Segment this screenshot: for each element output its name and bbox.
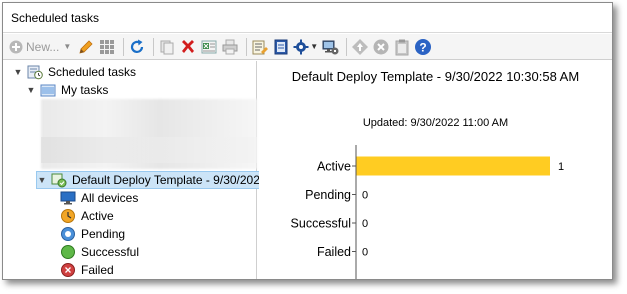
edit-button[interactable] [77, 37, 95, 57]
copy-icon [160, 40, 174, 54]
edit-icon [79, 39, 93, 54]
task-title: Default Deploy Template - 9/30/2022 10:3… [291, 69, 580, 84]
grid-button[interactable] [98, 37, 116, 57]
collapse-arrow-icon[interactable]: ▼ [26, 85, 36, 95]
successful-status-icon [60, 244, 76, 260]
tree-item-label: Active [81, 209, 114, 223]
grid-icon [100, 39, 115, 54]
toolbar-separator [153, 37, 155, 56]
value-label: 0 [362, 190, 368, 202]
toolbar: New... ▼ ▼ ? [3, 34, 612, 60]
notes-icon [274, 39, 288, 54]
value-label: 0 [362, 218, 368, 230]
tree-item-active[interactable]: Active [60, 207, 114, 225]
blurred-content [41, 137, 257, 163]
up-icon [352, 38, 369, 55]
tree-item-label: Failed [81, 263, 114, 277]
updated-timestamp: Updated: 9/30/2022 11:00 AM [362, 117, 509, 129]
tree-item-pending[interactable]: Pending [60, 225, 125, 243]
clipboard-icon [395, 39, 409, 55]
chevron-down-icon: ▼ [310, 42, 319, 51]
category-label: Active [317, 160, 351, 174]
new-button-label: New... [26, 39, 60, 54]
help-button[interactable]: ? [414, 37, 432, 57]
run-icon [322, 40, 339, 54]
bar-active [356, 156, 550, 176]
task-detail-pane: Default Deploy Template - 9/30/2022 10:3… [259, 61, 612, 279]
stop-button[interactable] [372, 37, 390, 57]
tree-item-my-tasks[interactable]: ▼ My tasks [26, 81, 109, 99]
title-bar: Scheduled tasks [3, 3, 612, 33]
monitor-icon [60, 190, 76, 206]
failed-status-icon [60, 262, 76, 278]
folder-icon [40, 82, 56, 98]
category-label: Failed [317, 245, 351, 259]
category-label: Successful [291, 217, 351, 231]
refresh-icon [131, 39, 144, 53]
chevron-down-icon[interactable]: ▼ [63, 42, 71, 51]
properties-button[interactable] [251, 37, 269, 57]
pending-status-icon [60, 226, 76, 242]
export-button[interactable] [200, 37, 218, 57]
tree-item-label: My tasks [61, 83, 109, 97]
tree-item-label: Pending [81, 227, 126, 241]
copy-button[interactable] [158, 37, 176, 57]
print-icon [222, 39, 238, 54]
active-status-icon [60, 208, 76, 224]
tree-item-label: Scheduled tasks [48, 65, 137, 79]
tree-item-label: All devices [81, 191, 139, 205]
clipboard-button[interactable] [393, 37, 411, 57]
properties-icon [252, 40, 269, 54]
delete-icon [182, 39, 195, 53]
value-label: 0 [362, 247, 368, 259]
export-icon [201, 40, 217, 53]
scheduled-tasks-icon [27, 64, 43, 80]
settings-dropdown[interactable]: ▼ [293, 37, 318, 57]
stop-icon [373, 39, 389, 54]
run-button[interactable] [321, 37, 339, 57]
task-tree-pane: ▼ Scheduled tasks ▼ My tasks ▼ Default D… [3, 61, 280, 279]
new-button[interactable]: New... ▼ [9, 37, 71, 57]
status-bar-chart: Active 1 Pending 0 Successful 0 Failed 0 [291, 145, 564, 279]
value-label: 1 [558, 161, 564, 173]
up-button[interactable] [351, 37, 369, 57]
category-label: Pending [305, 188, 351, 202]
collapse-arrow-icon[interactable]: ▼ [13, 67, 23, 77]
help-icon: ? [415, 38, 432, 55]
gear-icon [293, 39, 309, 54]
tree-item-task[interactable]: ▼ Default Deploy Template - 9/30/2022 1 [36, 171, 280, 189]
toolbar-separator [246, 37, 248, 56]
svg-text:?: ? [420, 40, 427, 54]
toolbar-separator [123, 37, 125, 56]
scheduled-tasks-window: Scheduled tasks New... ▼ ▼ ? ▼ Scheduled… [2, 2, 613, 280]
new-icon [9, 40, 23, 53]
refresh-button[interactable] [128, 37, 146, 57]
tree-item-label: Default Deploy Template - 9/30/2022 1 [72, 173, 277, 187]
delete-button[interactable] [179, 37, 197, 57]
toolbar-separator [346, 37, 348, 56]
tree-item-scheduled-tasks[interactable]: ▼ Scheduled tasks [13, 63, 136, 81]
collapse-arrow-icon[interactable]: ▼ [37, 175, 47, 185]
window-title: Scheduled tasks [11, 10, 100, 25]
print-button[interactable] [221, 37, 239, 57]
tree-item-failed[interactable]: Failed [60, 261, 114, 279]
notes-button[interactable] [272, 37, 290, 57]
tree-item-label: Successful [81, 245, 140, 259]
tree-item-all-devices[interactable]: All devices [60, 189, 138, 207]
task-icon [51, 172, 67, 188]
tree-item-successful[interactable]: Successful [60, 243, 139, 261]
